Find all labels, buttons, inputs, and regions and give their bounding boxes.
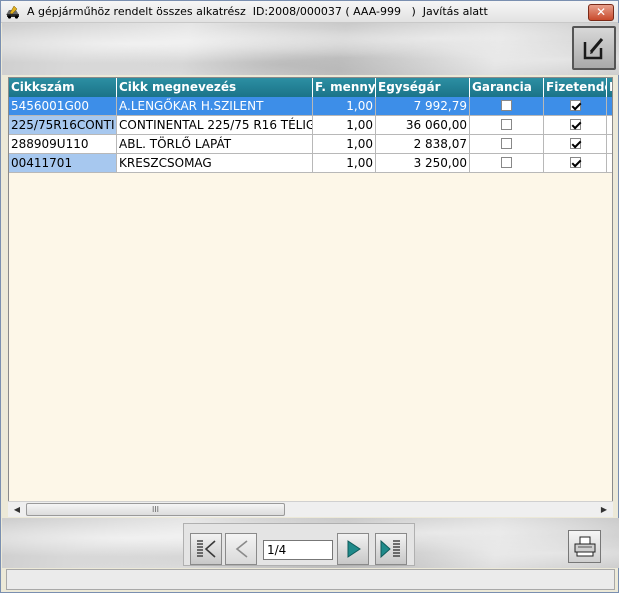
guarantee-checkbox[interactable] [501, 119, 512, 130]
cell-name[interactable]: CONTINENTAL 225/75 R16 TÉLIGUMI [117, 116, 313, 135]
cell-name[interactable]: KRESZCSOMAG [117, 154, 313, 173]
column-header-guarantee[interactable]: Garancia [470, 78, 544, 97]
cell-code[interactable]: 225/75R16CONTI [9, 116, 117, 135]
edit-button[interactable] [572, 26, 616, 70]
cell-m[interactable] [607, 116, 612, 135]
print-button[interactable] [568, 530, 601, 563]
payable-checkbox[interactable] [569, 157, 581, 168]
table-row[interactable]: 225/75R16CONTI CONTINENTAL 225/75 R16 TÉ… [9, 116, 612, 135]
cell-guarantee [470, 154, 544, 173]
cell-quantity[interactable]: 1,00 [313, 116, 376, 135]
table-row[interactable]: 288909U110 ABL. TÖRLŐ LAPÁT 1,00 2 838,0… [9, 135, 612, 154]
cell-guarantee [470, 97, 544, 116]
cell-payable [544, 135, 607, 154]
close-button[interactable]: ✕ [588, 4, 614, 21]
cell-guarantee [470, 135, 544, 154]
scroll-right-icon[interactable]: ▶ [597, 503, 611, 517]
cell-unit-price[interactable]: 36 060,00 [376, 116, 470, 135]
cell-payable [544, 154, 607, 173]
window-title: A gépjárműhöz rendelt összes alkatrész I… [27, 5, 488, 18]
parts-table[interactable]: Cikkszám Cikk megnevezés F. menny Egység… [8, 77, 613, 515]
cell-m[interactable] [607, 154, 612, 173]
next-record-button[interactable] [337, 533, 369, 565]
table-row[interactable]: 00411701 KRESZCSOMAG 1,00 3 250,00 [9, 154, 612, 173]
column-header-payable[interactable]: Fizetendő [544, 78, 607, 97]
cell-m[interactable] [607, 135, 612, 154]
cell-code[interactable]: 00411701 [9, 154, 117, 173]
toolbar-band [2, 23, 619, 75]
scroll-thumb[interactable]: III [26, 503, 285, 516]
horizontal-scrollbar[interactable]: ◀ III ▶ [8, 501, 613, 517]
column-header-code[interactable]: Cikkszám [9, 78, 117, 97]
close-icon: ✕ [595, 5, 607, 19]
title-bar: A gépjárműhöz rendelt összes alkatrész I… [1, 1, 618, 23]
cell-guarantee [470, 116, 544, 135]
column-header-m[interactable]: M [607, 78, 612, 97]
scroll-left-icon[interactable]: ◀ [10, 503, 24, 517]
payable-checkbox[interactable] [569, 100, 581, 111]
cell-unit-price[interactable]: 7 992,79 [376, 97, 470, 116]
cell-quantity[interactable]: 1,00 [313, 135, 376, 154]
last-record-button[interactable] [375, 533, 407, 565]
app-window: A gépjárműhöz rendelt összes alkatrész I… [0, 0, 619, 593]
column-header-unit-price[interactable]: Egységár [376, 78, 470, 97]
column-header-quantity[interactable]: F. menny [313, 78, 376, 97]
column-header-name[interactable]: Cikk megnevezés [117, 78, 313, 97]
table-header: Cikkszám Cikk megnevezés F. menny Egység… [9, 78, 612, 97]
cell-code[interactable]: 288909U110 [9, 135, 117, 154]
table-row[interactable]: 5456001G00 A.LENGŐKAR H.SZILENT 1,00 7 9… [9, 97, 612, 116]
payable-checkbox[interactable] [569, 138, 581, 149]
cell-unit-price[interactable]: 2 838,07 [376, 135, 470, 154]
payable-checkbox[interactable] [569, 119, 581, 130]
status-bar [6, 569, 615, 590]
guarantee-checkbox[interactable] [501, 157, 512, 168]
previous-record-button[interactable] [225, 533, 257, 565]
app-icon [5, 5, 21, 19]
cell-name[interactable]: ABL. TÖRLŐ LAPÁT [117, 135, 313, 154]
cell-code[interactable]: 5456001G00 [9, 97, 117, 116]
cell-m[interactable] [607, 97, 612, 116]
cell-quantity[interactable]: 1,00 [313, 97, 376, 116]
guarantee-checkbox[interactable] [501, 138, 512, 149]
page-indicator[interactable]: 1/4 [263, 540, 333, 560]
first-record-button[interactable] [190, 533, 222, 565]
cell-quantity[interactable]: 1,00 [313, 154, 376, 173]
cell-name[interactable]: A.LENGŐKAR H.SZILENT [117, 97, 313, 116]
cell-payable [544, 97, 607, 116]
cell-unit-price[interactable]: 3 250,00 [376, 154, 470, 173]
cell-payable [544, 116, 607, 135]
guarantee-checkbox[interactable] [501, 100, 512, 111]
scroll-thumb-grip: III [151, 505, 160, 514]
